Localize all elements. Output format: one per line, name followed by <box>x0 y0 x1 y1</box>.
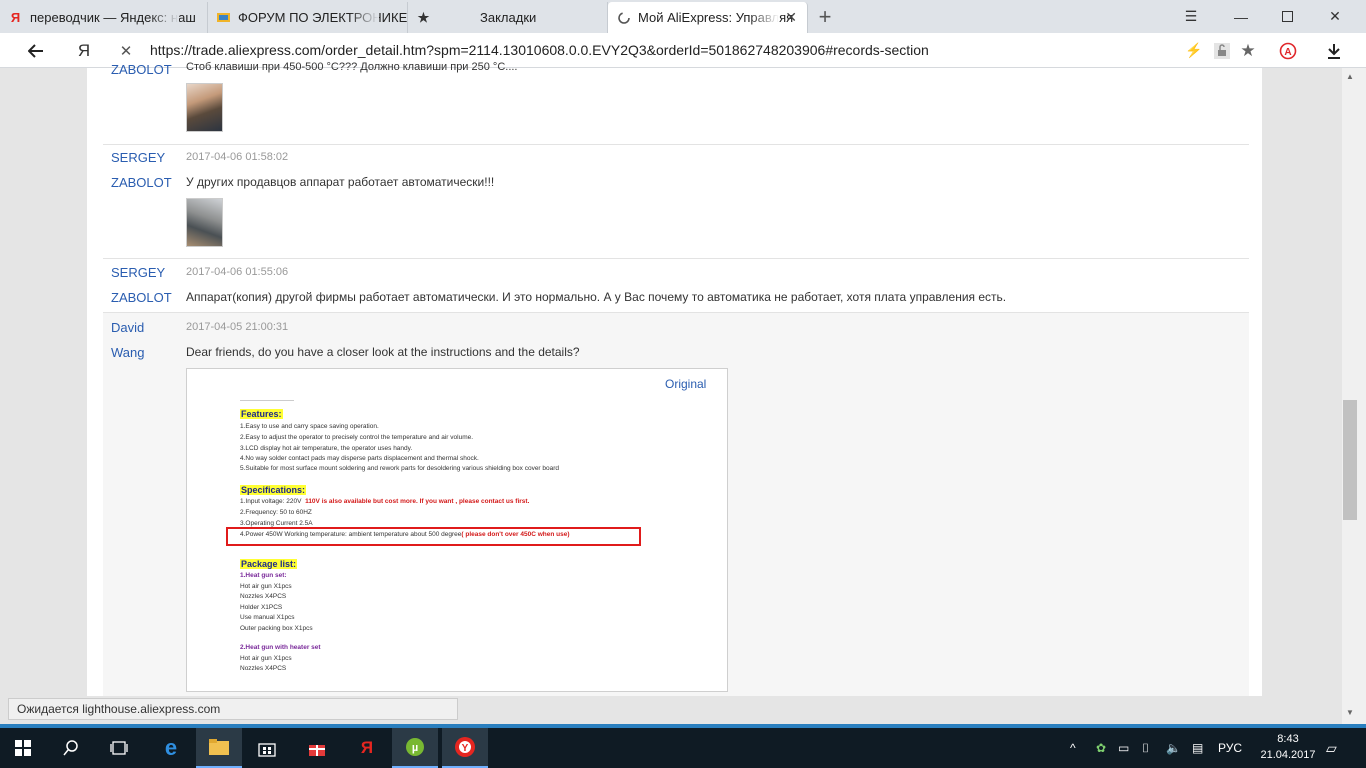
system-clock[interactable]: 8:43 21.04.2017 <box>1256 731 1320 763</box>
show-hidden-icons-icon[interactable]: ^ <box>1070 728 1076 768</box>
spec-line: 2.Frequency: 50 to 60HZ <box>240 509 312 516</box>
notifications-tray-icon[interactable]: ▤ <box>1192 728 1203 768</box>
feature-line: 5.Suitable for most surface mount solder… <box>240 465 560 472</box>
scroll-down-arrow-icon[interactable]: ▼ <box>1346 708 1354 717</box>
feature-line: 4.No way solder contact pads may dispers… <box>240 455 479 462</box>
photo-thumbnail[interactable] <box>186 83 223 132</box>
svg-text:A: A <box>1284 47 1291 58</box>
package-item: Nozzles X4PCS <box>240 593 287 600</box>
record-message: Dear friends, do you have a closer look … <box>186 345 580 359</box>
loading-icon <box>616 10 631 25</box>
package-heading: Package list: <box>240 559 298 569</box>
utorrent-icon[interactable]: µ <box>392 728 438 768</box>
record-username-line2[interactable]: ZABOLOT <box>111 175 172 190</box>
tab-forum[interactable]: ФОРУМ ПО ЭЛЕКТРОНИКЕ <box>208 2 408 33</box>
record-username[interactable]: David <box>111 320 144 335</box>
record-date: 2017-04-06 01:58:02 <box>186 151 289 163</box>
feature-line: 2.Easy to adjust the operator to precise… <box>240 434 474 441</box>
address-input[interactable]: https://trade.aliexpress.com/order_detai… <box>150 42 929 58</box>
divider <box>103 144 1249 145</box>
feature-line: 1.Easy to use and carry space saving ope… <box>240 423 379 430</box>
package-item: Holder X1PCS <box>240 604 283 611</box>
cropped-header-mark <box>240 391 294 401</box>
clock-date: 21.04.2017 <box>1260 749 1316 761</box>
vertical-scrollbar[interactable] <box>1342 68 1366 724</box>
clock-time: 8:43 <box>1277 733 1299 745</box>
volume-icon[interactable]: 🔈 <box>1166 728 1181 768</box>
scrollbar-thumb[interactable] <box>1343 400 1357 520</box>
package-item: Hot air gun X1pcs <box>240 583 292 590</box>
yandex-logo-icon[interactable]: Я <box>66 33 102 68</box>
package-item: Hot air gun X1pcs <box>240 655 292 662</box>
package-item: Use manual X1pcs <box>240 614 295 621</box>
language-indicator[interactable]: РУС <box>1218 728 1242 768</box>
photo-thumbnail[interactable] <box>186 198 223 247</box>
divider <box>103 258 1249 259</box>
specifications-heading: Specifications: <box>240 485 307 495</box>
features-heading: Features: <box>240 409 283 419</box>
original-link[interactable]: Original <box>665 377 706 391</box>
package-set-title: 2.Heat gun with heater set <box>240 644 321 651</box>
minimize-icon[interactable]: — <box>1216 0 1266 33</box>
network-icon[interactable]: ⌷ <box>1142 728 1149 768</box>
yandex-app-icon[interactable]: Я <box>344 728 390 768</box>
feature-line: 3.LCD display hot air temperature, the o… <box>240 445 413 452</box>
package-item: Outer packing box X1pcs <box>240 625 313 632</box>
package-set-title: 1.Heat gun set: <box>240 572 287 579</box>
svg-text:Y: Y <box>462 743 469 754</box>
record-message: У других продавцов аппарат работает авто… <box>186 175 495 189</box>
tab-label: Закладки <box>480 10 537 25</box>
monitor-tray-icon[interactable]: ▭ <box>1118 728 1129 768</box>
highlight-box <box>226 527 641 546</box>
tab-yandex-translate[interactable]: Я переводчик — Яндекс: наш <box>0 2 208 33</box>
status-bar: Ожидается lighthouse.aliexpress.com <box>8 698 458 720</box>
package-item: Nozzles X4PCS <box>240 665 287 672</box>
scroll-up-arrow-icon[interactable]: ▲ <box>1346 72 1354 81</box>
spec-note: 110V is also available but cost more. If… <box>305 498 530 505</box>
record-date: 2017-04-05 21:00:31 <box>186 321 289 333</box>
file-explorer-icon[interactable] <box>196 728 242 768</box>
tab-aliexpress[interactable]: Мой AliExpress: Управляя ✕ <box>608 2 808 33</box>
spec-text: 1.Input voltage: 220V <box>240 498 302 505</box>
gift-icon[interactable] <box>294 728 340 768</box>
record-username[interactable]: ZABOLOT <box>111 62 172 77</box>
tab-bookmarks[interactable]: ★ Закладки <box>408 2 608 33</box>
windows-start-icon[interactable] <box>0 728 46 768</box>
menu-icon[interactable]: ☰ <box>1166 0 1216 33</box>
forum-icon <box>216 10 231 25</box>
record-username-line2[interactable]: Wang <box>111 345 144 360</box>
back-arrow-icon[interactable] <box>18 33 54 68</box>
close-window-icon[interactable]: ✕ <box>1310 0 1360 33</box>
maximize-icon[interactable] <box>1262 0 1312 33</box>
yandex-icon: Я <box>10 10 21 25</box>
record-username[interactable]: SERGEY <box>111 150 165 165</box>
tab-label: ФОРУМ ПО ЭЛЕКТРОНИКЕ <box>238 10 408 25</box>
star-icon: ★ <box>417 9 430 25</box>
store-icon[interactable] <box>244 728 290 768</box>
adblock-icon[interactable]: A <box>1270 33 1306 68</box>
record-date: 2017-04-06 01:55:06 <box>186 266 289 278</box>
yandex-browser-icon[interactable]: Y <box>442 728 488 768</box>
record-username-line2[interactable]: ZABOLOT <box>111 290 172 305</box>
downloads-icon[interactable] <box>1316 33 1352 68</box>
record-message: Аппарат(копия) другой фирмы работает авт… <box>186 290 1007 304</box>
search-icon[interactable] <box>48 728 94 768</box>
edge-browser-icon[interactable]: e <box>148 728 194 768</box>
record-message: Стоб клавиши при 450-500 °C??? Должно кл… <box>186 61 518 73</box>
close-tab-icon[interactable]: ✕ <box>785 9 797 26</box>
new-tab-icon[interactable]: + <box>812 4 838 30</box>
app-tray-icon[interactable]: ✿ <box>1096 728 1106 768</box>
task-view-icon[interactable] <box>96 728 142 768</box>
action-center-icon[interactable]: ▱ <box>1326 728 1337 768</box>
spec-line: 1.Input voltage: 220V 110V is also avail… <box>240 497 529 508</box>
svg-text:µ: µ <box>412 742 418 754</box>
record-username[interactable]: SERGEY <box>111 265 165 280</box>
bookmark-star-icon[interactable]: ★ <box>1230 33 1266 68</box>
